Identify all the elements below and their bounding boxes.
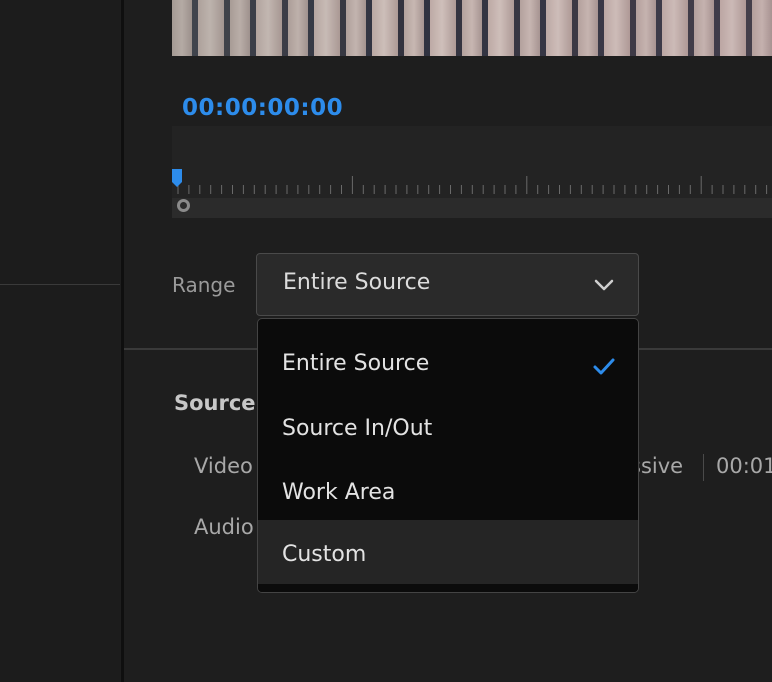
menu-item-custom[interactable]: Custom (258, 520, 638, 584)
menu-bottom-padding (258, 584, 638, 592)
panel-splitter[interactable] (121, 0, 124, 682)
source-heading: Source (174, 391, 256, 415)
menu-item-label: Source In/Out (282, 416, 433, 441)
menu-item-label: Work Area (282, 480, 396, 505)
current-timecode[interactable]: 00:00:00:00 (182, 95, 343, 121)
left-panel-divider (0, 284, 120, 285)
range-dropdown[interactable]: Entire Source (256, 253, 639, 316)
range-dropdown-menu: Entire Source Source In/Out Work Area Cu… (257, 318, 639, 593)
menu-item-source-in-out[interactable]: Source In/Out (258, 394, 638, 458)
chevron-down-icon (594, 279, 614, 291)
video-preview-overlay (172, 0, 772, 56)
info-separator (703, 454, 704, 481)
export-panel: 00:00:00:00 Range Entire Source Source V… (0, 0, 772, 682)
menu-item-label: Custom (282, 542, 367, 567)
menu-item-work-area[interactable]: Work Area (258, 458, 638, 522)
checkmark-icon (593, 358, 615, 375)
menu-item-label: Entire Source (282, 351, 430, 376)
range-dropdown-value: Entire Source (283, 270, 431, 295)
menu-item-entire-source[interactable]: Entire Source (258, 329, 638, 393)
video-label: Video (194, 454, 253, 478)
audio-label: Audio (194, 515, 254, 539)
ruler-ticks (177, 176, 768, 194)
playhead-knob[interactable] (177, 199, 190, 212)
video-info-duration: 00:01 (716, 454, 772, 478)
left-panel (0, 0, 120, 682)
range-label: Range (172, 273, 236, 297)
scrub-track[interactable] (172, 198, 772, 218)
playhead-icon[interactable] (172, 169, 183, 187)
